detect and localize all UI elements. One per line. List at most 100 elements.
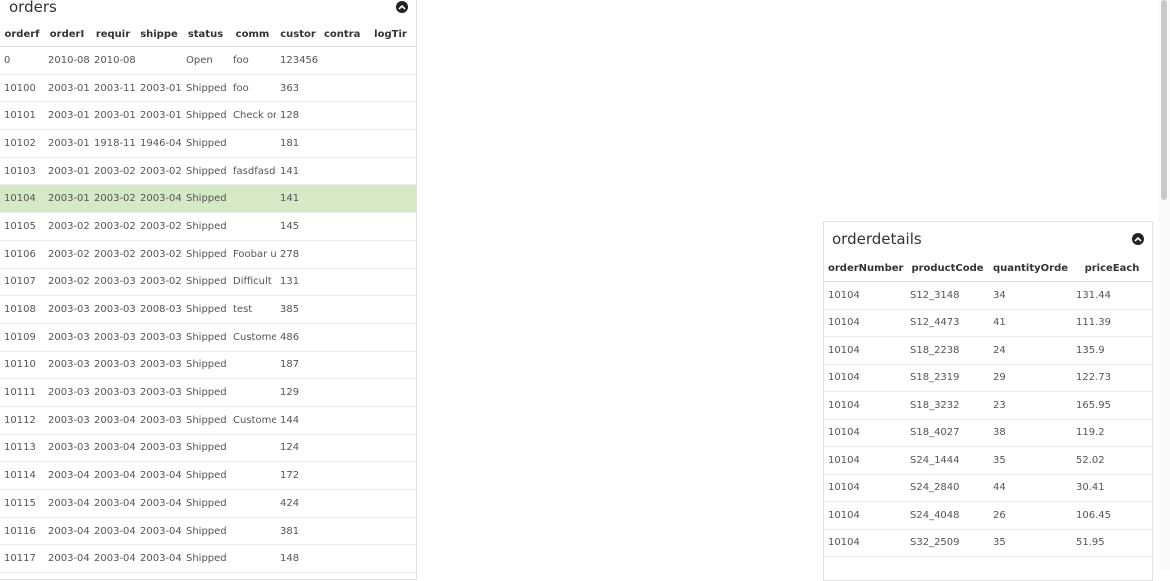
orders-table-cell[interactable]: 10105 xyxy=(0,212,44,241)
orders-table-cell[interactable]: 10114 xyxy=(0,461,44,490)
orders-table-cell[interactable] xyxy=(364,406,416,435)
orders-table-cell[interactable]: 2003-04- xyxy=(90,434,136,463)
orders-table-cell[interactable]: 2003-01- xyxy=(136,74,182,103)
orders-table-cell[interactable]: Shipped xyxy=(182,461,229,490)
orders-table-cell[interactable] xyxy=(320,323,364,352)
orders-table-cell[interactable]: 10111 xyxy=(0,378,44,407)
orderdetails-table-cell[interactable]: 51.95 xyxy=(1072,529,1152,557)
orders-table-cell[interactable]: foo xyxy=(229,46,276,75)
orders-table-cell[interactable]: 2003-04- xyxy=(44,461,90,490)
orders-table-cell[interactable] xyxy=(320,378,364,407)
orders-table-cell[interactable] xyxy=(229,517,276,546)
orders-table-cell[interactable]: 2008-03- xyxy=(136,295,182,324)
orders-table-cell[interactable]: 10113 xyxy=(0,434,44,463)
orders-table-cell[interactable] xyxy=(320,461,364,490)
orders-table-cell[interactable]: 2003-03- xyxy=(136,406,182,435)
orders-table-cell[interactable] xyxy=(364,434,416,463)
orders-table-row[interactable]: 10116 2003-04- 2003-04- 2003-04- Shipped 381 xyxy=(0,517,416,546)
orders-table-cell[interactable]: 144 xyxy=(276,406,320,435)
orders-table-cell[interactable]: 2003-11- xyxy=(90,74,136,103)
orderdetails-table-cell[interactable]: 122.73 xyxy=(1072,364,1152,392)
orders-table-row[interactable]: 10101 2003-01- 2003-01- 2003-01- Shipped Chec… xyxy=(0,101,416,131)
orders-table-cell[interactable]: 2003-04- xyxy=(136,461,182,490)
orders-table-cell[interactable]: 2003-02- xyxy=(90,157,136,186)
orders-table-row[interactable]: 10115 2003-04- 2003-04- 2003-04- Shipped 424 xyxy=(0,489,416,518)
orders-table-cell[interactable] xyxy=(320,157,364,186)
orders-table-cell[interactable]: 278 xyxy=(276,240,320,269)
orders-table-cell[interactable] xyxy=(364,461,416,490)
orderdetails-table-row[interactable]: 10104 S24_2840 44 30.41 xyxy=(824,474,1152,502)
orders-table-cell[interactable]: 2003-03- xyxy=(44,351,90,380)
orders-table-cell[interactable]: 2010-08- xyxy=(90,46,136,75)
orders-table-row[interactable]: 10114 2003-04- 2003-04- 2003-04- Shipped 172 xyxy=(0,461,416,490)
orders-table-row[interactable]: 10105 2003-02- 2003-02- 2003-02- Shipped 145 xyxy=(0,212,416,241)
orders-column-header[interactable]: requir xyxy=(90,22,136,47)
orderdetails-table-cell[interactable]: 111.39 xyxy=(1072,309,1152,337)
orders-table-cell[interactable]: Shipped xyxy=(182,489,229,518)
orderdetails-table-cell[interactable]: 52.02 xyxy=(1072,446,1152,475)
orders-table-cell[interactable]: 2003-01- xyxy=(44,184,90,214)
orders-table-cell[interactable]: 2003-03- xyxy=(90,378,136,407)
orderdetails-table-cell[interactable]: 23 xyxy=(989,391,1072,420)
orders-table-cell[interactable] xyxy=(320,351,364,380)
orderdetails-column-header[interactable]: productCode xyxy=(906,256,989,282)
orderdetails-table-cell[interactable]: S18_2319 xyxy=(906,364,989,392)
orders-table-cell[interactable] xyxy=(229,212,276,241)
orders-table-cell[interactable] xyxy=(229,461,276,490)
orderdetails-collapse-button[interactable] xyxy=(1132,233,1144,245)
orders-table-cell[interactable] xyxy=(320,517,364,546)
orders-table-row[interactable]: 0 2010-08- 2010-08- Open foo 123456 xyxy=(0,46,416,75)
orders-table-cell[interactable]: Shipped xyxy=(182,544,229,574)
orderdetails-table-cell[interactable]: 10104 xyxy=(824,446,906,475)
orders-table-cell[interactable]: 2010-08- xyxy=(44,46,90,75)
orders-table-row[interactable]: 10112 2003-03- 2003-04- 2003-03- Shipped Cust… xyxy=(0,406,416,435)
orders-table-cell[interactable]: 2003-01- xyxy=(44,157,90,186)
orders-table-cell[interactable]: 2003-02- xyxy=(44,268,90,297)
orderdetails-table-cell[interactable]: 10104 xyxy=(824,281,906,310)
orders-table-cell[interactable] xyxy=(364,129,416,158)
orderdetails-table-row[interactable]: 10104 S12_4473 41 111.39 xyxy=(824,309,1152,337)
orders-table-cell[interactable] xyxy=(320,184,364,214)
orders-table-row[interactable]: 10108 2003-03- 2003-03- 2008-03- Shipped test… xyxy=(0,295,416,324)
orders-table-cell[interactable]: Shipped xyxy=(182,184,229,214)
orders-table-cell[interactable] xyxy=(364,544,416,574)
orders-table-cell[interactable]: 2003-03- xyxy=(136,378,182,407)
orders-table-cell[interactable]: Shipped xyxy=(182,517,229,546)
orders-table-cell[interactable]: 10116 xyxy=(0,517,44,546)
orderdetails-table-cell[interactable]: S18_2238 xyxy=(906,336,989,365)
orders-table-cell[interactable]: Shipped xyxy=(182,101,229,131)
orders-table-cell[interactable]: 2003-01- xyxy=(44,129,90,158)
orders-table-cell[interactable] xyxy=(364,351,416,380)
orders-table-cell[interactable]: Difficult xyxy=(229,268,276,297)
orders-table-cell[interactable]: 10112 xyxy=(0,406,44,435)
orders-table-cell[interactable]: 2003-02- xyxy=(90,212,136,241)
orders-table-cell[interactable]: Shipped xyxy=(182,129,229,158)
orderdetails-table-cell[interactable]: 10104 xyxy=(824,309,906,337)
orders-table-cell[interactable]: Shipped xyxy=(182,434,229,463)
orders-table-cell[interactable]: 2003-02- xyxy=(44,240,90,269)
orderdetails-table-row[interactable]: 10104 S18_3232 23 165.95 xyxy=(824,391,1152,420)
orders-table-cell[interactable]: 2003-04- xyxy=(136,184,182,214)
orders-column-header[interactable]: logTir xyxy=(364,22,416,47)
orders-table-cell[interactable] xyxy=(364,74,416,103)
orders-table-cell[interactable]: 2003-03- xyxy=(136,434,182,463)
orders-table-cell[interactable] xyxy=(229,434,276,463)
orders-table-cell[interactable]: 2003-03- xyxy=(90,323,136,352)
orderdetails-table-cell[interactable]: S32_2509 xyxy=(906,529,989,557)
orders-table-cell[interactable] xyxy=(364,268,416,297)
orderdetails-table-cell[interactable]: 41 xyxy=(989,309,1072,337)
orders-table-cell[interactable]: 363 xyxy=(276,74,320,103)
orders-table-cell[interactable]: 10100 xyxy=(0,74,44,103)
orders-table-cell[interactable] xyxy=(320,268,364,297)
orders-collapse-button[interactable] xyxy=(396,0,408,13)
orders-table-cell[interactable] xyxy=(364,240,416,269)
orders-table-cell[interactable]: 10101 xyxy=(0,101,44,131)
orders-table-cell[interactable]: Shipped xyxy=(182,268,229,297)
orders-table-cell[interactable]: 2003-04- xyxy=(90,461,136,490)
orders-table-cell[interactable]: 1918-11- xyxy=(90,129,136,158)
orders-table-row[interactable]: 10110 2003-03- 2003-03- 2003-03- Shipped 187 xyxy=(0,351,416,380)
orders-table-cell[interactable]: foo xyxy=(229,74,276,103)
orderdetails-table-cell[interactable]: 131.44 xyxy=(1072,281,1152,310)
orders-table-cell[interactable]: Open xyxy=(182,46,229,75)
orders-table-cell[interactable]: 2003-03- xyxy=(90,268,136,297)
